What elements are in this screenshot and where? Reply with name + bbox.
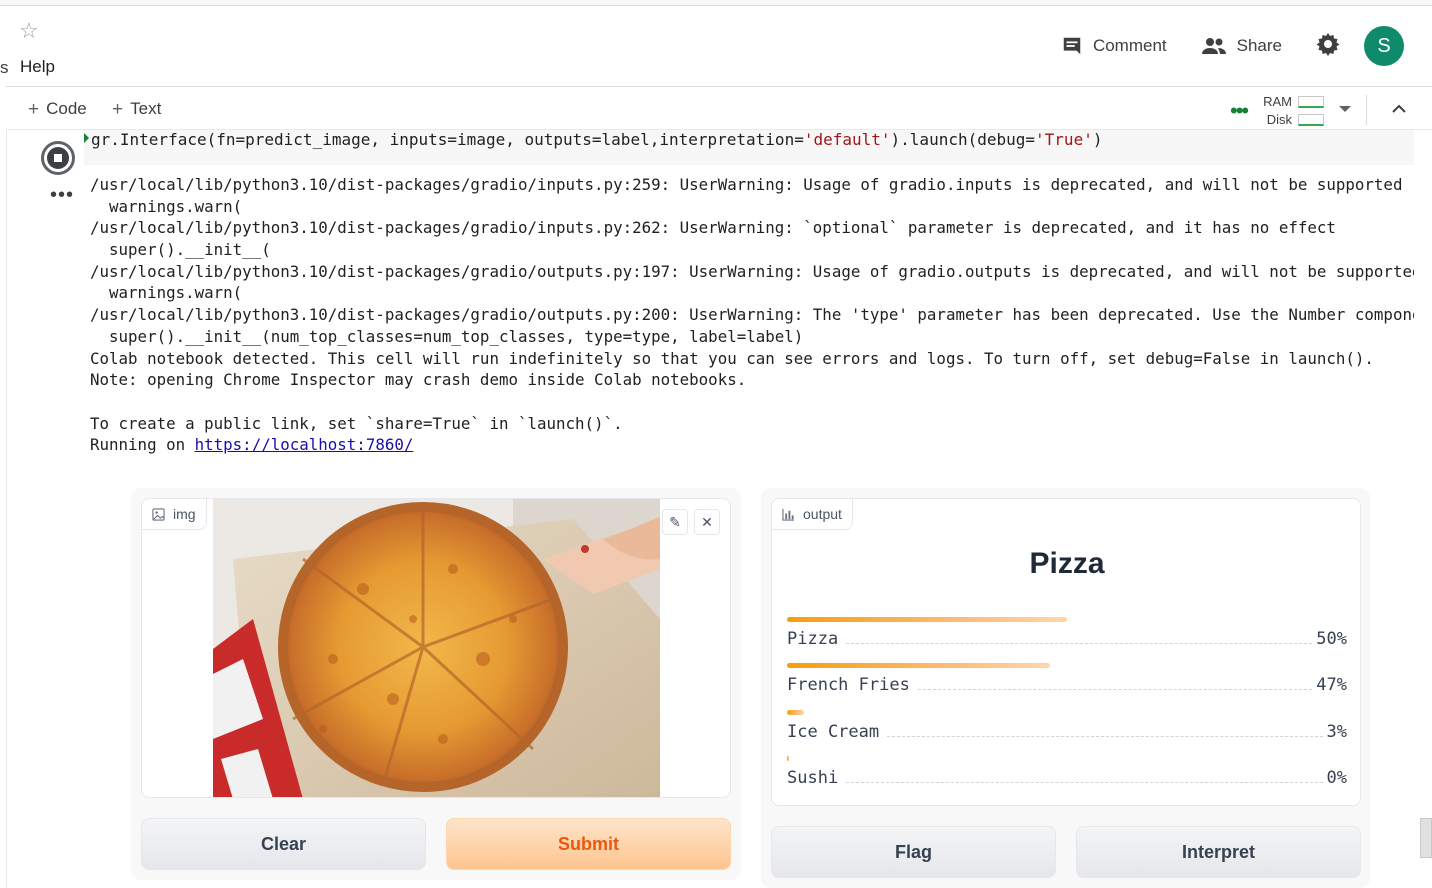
clear-button[interactable]: Clear — [141, 818, 426, 870]
code-prefix: gr.Interface(fn=predict_image, inputs=im… — [91, 130, 804, 149]
plus-icon: + — [28, 98, 40, 120]
chevron-up-icon[interactable] — [1391, 101, 1407, 117]
toolbar-divider — [1366, 95, 1367, 125]
confidence-value: 50% — [1316, 629, 1347, 649]
comment-button[interactable]: Comment — [1061, 35, 1167, 57]
confidence-item[interactable]: Ice Cream 3% — [787, 710, 1347, 742]
share-button[interactable]: Share — [1201, 36, 1282, 56]
bar-chart-icon — [782, 508, 795, 521]
output-tag: output — [771, 498, 853, 530]
image-input-box[interactable]: img ✎ ✕ — [141, 498, 731, 798]
output-line: /usr/local/lib/python3.10/dist-packages/… — [90, 305, 1414, 325]
output-menu-icon[interactable]: ••• — [50, 185, 74, 205]
header-actions: Comment Share S — [1061, 26, 1404, 66]
predicted-class: Pizza — [1029, 547, 1105, 580]
resources-indicator[interactable]: ••• RAM Disk — [1230, 93, 1324, 129]
code-string-debug: 'True' — [1035, 130, 1093, 149]
close-icon[interactable]: ✕ — [694, 509, 720, 535]
disk-bar — [1298, 114, 1324, 126]
cell-output: /usr/local/lib/python3.10/dist-packages/… — [90, 174, 1414, 456]
confidence-value: 3% — [1326, 722, 1347, 742]
code-string-interpretation: 'default' — [803, 130, 891, 149]
user-avatar[interactable]: S — [1364, 26, 1404, 66]
settings-gear-icon[interactable] — [1316, 32, 1340, 61]
menu-help[interactable]: Help — [20, 57, 55, 77]
menu-fragment[interactable]: s — [0, 58, 9, 78]
flag-button[interactable]: Flag — [771, 826, 1056, 878]
output-line: Note: opening Chrome Inspector may crash… — [90, 370, 747, 390]
confidence-item[interactable]: French Fries 47% — [787, 663, 1347, 695]
output-line: /usr/local/lib/python3.10/dist-packages/… — [90, 175, 1403, 194]
output-line: warnings.warn( — [90, 196, 243, 216]
comment-label: Comment — [1092, 36, 1167, 55]
image-icon — [152, 507, 165, 521]
stop-execution-button[interactable] — [41, 141, 75, 175]
output-line: /usr/local/lib/python3.10/dist-packages/… — [90, 218, 1336, 238]
image-input-tag: img — [142, 499, 207, 530]
running-line: Running on https://localhost:7860/ — [90, 434, 1414, 456]
people-icon — [1201, 38, 1226, 54]
confidence-label: Sushi — [787, 768, 839, 788]
localhost-link[interactable]: https://localhost:7860/ — [195, 435, 414, 454]
top-border — [0, 0, 1432, 6]
add-text-label: Text — [130, 99, 162, 118]
add-code-label: Code — [46, 99, 87, 118]
confidence-bar — [787, 663, 1051, 668]
star-icon[interactable]: ☆ — [19, 20, 39, 42]
output-line: Colab notebook detected. This cell will … — [90, 348, 1374, 368]
comment-icon — [1063, 37, 1081, 55]
confidence-value: 47% — [1316, 675, 1347, 695]
notebook-toolbar: + Code + Text ••• RAM Disk — [6, 86, 1432, 130]
confidence-value: 0% — [1326, 768, 1347, 788]
submit-button[interactable]: Submit — [446, 818, 731, 870]
output-line: super().__init__(num_top_classes=num_top… — [90, 326, 804, 346]
resource-bars — [1298, 96, 1324, 126]
add-text-button[interactable]: + Text — [112, 99, 161, 119]
confidence-item[interactable]: Sushi 0% — [787, 756, 1347, 788]
output-line: warnings.warn( — [90, 283, 243, 303]
output-label: output — [803, 506, 842, 522]
code-mid: ).launch(debug= — [890, 130, 1036, 149]
connected-dots-icon: ••• — [1230, 98, 1249, 123]
label-output-box: output Pizza Pizza 50% French Fries 47% Ic… — [771, 498, 1361, 806]
output-line: To create a public link, set `share=True… — [90, 413, 623, 433]
output-line: /usr/local/lib/python3.10/dist-packages/… — [90, 261, 1414, 281]
image-tools: ✎ ✕ — [662, 509, 720, 535]
share-label: Share — [1236, 36, 1282, 55]
code-editor[interactable]: gr.Interface(fn=predict_image, inputs=im… — [91, 130, 1102, 150]
ram-label: RAM — [1263, 94, 1292, 109]
cell-gutter — [6, 130, 7, 888]
confidence-bar — [787, 756, 790, 761]
confidence-bar — [787, 710, 804, 715]
ram-bar — [1298, 96, 1324, 108]
add-code-button[interactable]: + Code — [28, 99, 87, 119]
output-line: super().__init__( — [90, 240, 271, 260]
plus-icon: + — [112, 98, 124, 120]
confidence-bar — [787, 617, 1067, 622]
edit-pencil-icon[interactable]: ✎ — [662, 509, 688, 535]
code-suffix: ) — [1092, 130, 1103, 149]
interpret-button[interactable]: Interpret — [1076, 826, 1361, 878]
cell-marker-icon — [84, 133, 89, 143]
running-prefix: Running on — [90, 435, 195, 455]
disk-label: Disk — [1266, 112, 1292, 127]
confidence-label: Pizza — [787, 629, 839, 649]
page-scrollbar-thumb[interactable] — [1420, 818, 1432, 858]
confidence-label: Ice Cream — [787, 722, 880, 742]
pizza-photo — [213, 499, 660, 797]
resource-labels: RAM Disk — [1263, 93, 1292, 129]
confidence-label: French Fries — [787, 675, 910, 695]
confidence-item[interactable]: Pizza 50% — [787, 617, 1347, 649]
stop-icon — [47, 147, 69, 169]
image-input-label: img — [173, 506, 196, 522]
resources-dropdown-icon[interactable] — [1339, 106, 1351, 112]
